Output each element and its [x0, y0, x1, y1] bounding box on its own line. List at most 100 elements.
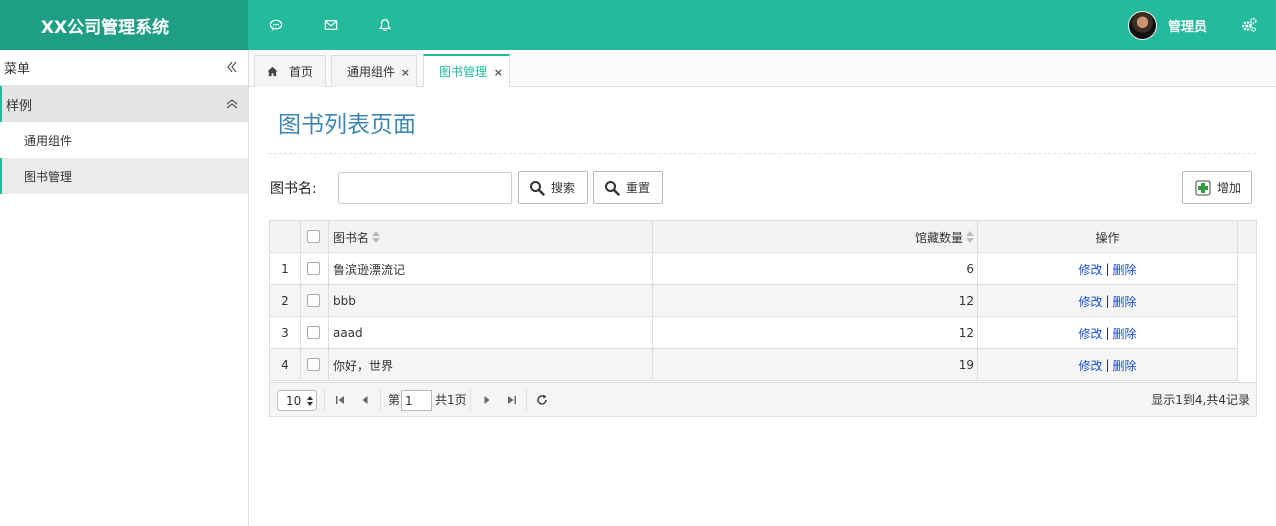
edit-link[interactable]: 修改 — [1078, 261, 1102, 278]
column-header-quantity[interactable]: 馆藏数量 — [870, 221, 974, 253]
tab-label: 图书管理 — [439, 65, 488, 79]
row-checkbox[interactable] — [307, 294, 320, 307]
page-size-select[interactable]: 10 — [277, 390, 317, 411]
top-header: XX公司管理系统 管理员 — [0, 0, 1276, 50]
mail-icon[interactable] — [322, 16, 340, 34]
row-checkbox[interactable] — [307, 262, 320, 275]
cell-book-name: 鲁滨逊漂流记 — [333, 262, 406, 277]
chat-icon[interactable] — [267, 16, 285, 34]
gears-icon[interactable] — [1240, 16, 1258, 34]
delete-link[interactable]: 删除 — [1113, 325, 1137, 342]
plus-icon — [1195, 180, 1211, 195]
cell-actions: 修改 | 删除 — [978, 253, 1237, 285]
row-number: 2 — [281, 294, 289, 308]
close-icon[interactable]: × — [401, 66, 410, 79]
cell-quantity: 6 — [966, 262, 974, 276]
user-name[interactable]: 管理员 — [1168, 16, 1207, 35]
action-separator: | — [1105, 294, 1110, 308]
sidebar-header: 菜单 — [0, 50, 248, 86]
column-header-name[interactable]: 图书名 — [333, 221, 381, 253]
sidebar-item-books[interactable]: 图书管理 — [0, 158, 248, 194]
reset-button-label: 重置 — [626, 181, 651, 195]
first-page-icon[interactable] — [333, 393, 347, 407]
search-button[interactable]: 搜索 — [518, 171, 588, 204]
app-title: XX公司管理系统 — [0, 0, 248, 50]
avatar[interactable] — [1128, 11, 1157, 40]
tab-components[interactable]: 通用组件 × — [331, 55, 417, 87]
delete-link[interactable]: 删除 — [1113, 261, 1137, 278]
home-icon — [267, 66, 278, 77]
sidebar-item-label: 图书管理 — [24, 169, 73, 184]
search-label: 图书名: — [270, 181, 317, 197]
cell-book-name: aaad — [333, 326, 363, 340]
row-number: 3 — [281, 326, 289, 340]
row-number: 4 — [281, 358, 289, 372]
close-icon[interactable]: × — [494, 66, 503, 79]
pager-divider — [470, 389, 471, 411]
sidebar-title: 菜单 — [4, 62, 31, 77]
record-summary: 显示1到4,共4记录 — [1151, 393, 1250, 407]
search-icon — [605, 180, 620, 196]
tab-label: 通用组件 — [347, 65, 396, 79]
edit-link[interactable]: 修改 — [1078, 293, 1102, 310]
delete-link[interactable]: 删除 — [1113, 293, 1137, 310]
select-all-checkbox[interactable] — [307, 230, 320, 243]
pager-divider — [324, 389, 325, 411]
add-button[interactable]: 增加 — [1182, 171, 1252, 204]
search-icon — [530, 180, 545, 196]
tab-home[interactable]: 首页 — [254, 55, 326, 87]
chevron-up-icon — [226, 99, 238, 109]
sidebar-item-components[interactable]: 通用组件 — [0, 122, 248, 158]
delete-link[interactable]: 删除 — [1113, 357, 1137, 374]
action-separator: | — [1105, 262, 1110, 276]
pager-divider — [380, 389, 381, 411]
book-table: 图书名 馆藏数量 操作 1 鲁滨逊漂流记 6 修改 | 删除 2 bbb 12 … — [269, 220, 1257, 417]
cell-book-name: 你好，世界 — [333, 358, 394, 373]
tab-books[interactable]: 图书管理 × — [423, 54, 510, 87]
page-title: 图书列表页面 — [278, 112, 416, 138]
row-number: 1 — [281, 262, 289, 276]
next-page-icon[interactable] — [480, 393, 494, 407]
sidebar: 菜单 样例 通用组件 图书管理 — [0, 50, 249, 526]
column-header-actions: 操作 — [1095, 230, 1120, 245]
col-divider — [328, 221, 329, 381]
col-divider — [1237, 221, 1238, 381]
reset-button[interactable]: 重置 — [593, 171, 663, 204]
col-divider — [300, 221, 301, 381]
tab-label: 首页 — [289, 65, 314, 79]
last-page-icon[interactable] — [505, 393, 519, 407]
sidebar-item-label: 通用组件 — [24, 133, 73, 148]
sidebar-group-examples[interactable]: 样例 — [0, 86, 248, 122]
cell-quantity: 19 — [958, 358, 974, 372]
row-checkbox[interactable] — [307, 358, 320, 371]
pagination-bar: 10 第 1 共1页 显示1到4,共4记录 — [270, 382, 1256, 416]
edit-link[interactable]: 修改 — [1078, 357, 1102, 374]
cell-quantity: 12 — [958, 294, 974, 308]
prev-page-icon[interactable] — [358, 393, 372, 407]
updown-icon — [307, 395, 314, 406]
collapse-left-icon[interactable] — [226, 61, 238, 73]
sidebar-group-label: 样例 — [6, 98, 33, 114]
book-name-input[interactable] — [338, 172, 512, 204]
page-total: 共1页 — [435, 393, 467, 407]
sort-icon — [372, 231, 381, 243]
search-button-label: 搜索 — [551, 181, 576, 195]
action-separator: | — [1105, 326, 1110, 340]
add-button-label: 增加 — [1217, 181, 1242, 195]
bell-icon[interactable] — [376, 16, 394, 34]
sort-icon — [966, 231, 974, 243]
pager-divider — [526, 389, 527, 411]
cell-quantity: 12 — [958, 326, 974, 340]
cell-book-name: bbb — [333, 294, 356, 308]
row-checkbox[interactable] — [307, 326, 320, 339]
col-divider — [652, 221, 653, 381]
page-number-input[interactable]: 1 — [401, 390, 432, 411]
action-separator: | — [1105, 358, 1110, 372]
divider — [269, 153, 1256, 154]
cell-actions: 修改 | 删除 — [978, 317, 1237, 349]
refresh-icon[interactable] — [535, 393, 549, 407]
tab-bar: 首页 通用组件 × 图书管理 × — [249, 50, 1276, 87]
edit-link[interactable]: 修改 — [1078, 325, 1102, 342]
page-prefix: 第 — [388, 393, 401, 407]
cell-actions: 修改 | 删除 — [978, 349, 1237, 381]
